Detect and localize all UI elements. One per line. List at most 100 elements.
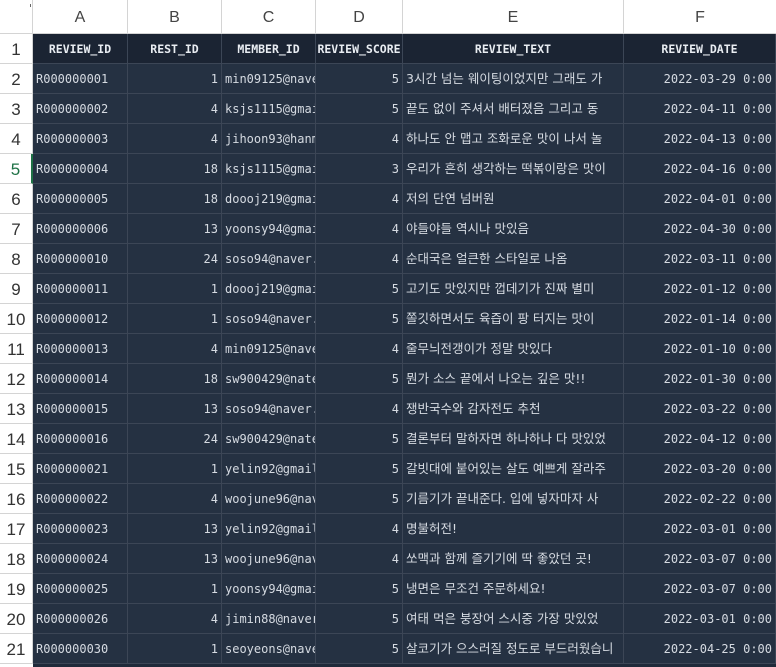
table-cell[interactable]: 5 [316,574,403,604]
row-header-11[interactable]: 11 [0,334,33,364]
table-cell[interactable]: 2022-03-22 0:00 [624,394,776,424]
row-header-8[interactable]: 8 [0,244,33,274]
table-cell[interactable]: 2022-04-30 0:00 [624,214,776,244]
row-header-10[interactable]: 10 [0,304,33,334]
table-cell[interactable]: 1 [128,634,222,664]
table-cell[interactable]: soso94@naver. [222,394,316,424]
row-header-9[interactable]: 9 [0,274,33,304]
table-cell[interactable]: 살코기가 으스러질 정도로 부드러웠습니 [403,634,624,664]
table-cell[interactable]: 쏘맥과 함께 즐기기에 딱 좋았던 곳! [403,544,624,574]
table-cell[interactable]: 2022-01-12 0:00 [624,274,776,304]
table-cell[interactable]: 끝도 없이 주셔서 배터졌음 그리고 동 [403,94,624,124]
table-cell[interactable]: 4 [316,394,403,424]
column-header-b[interactable]: B [128,0,222,33]
table-cell[interactable]: yoonsy94@gmai [222,214,316,244]
table-cell[interactable]: 2022-04-16 0:00 [624,154,776,184]
table-cell[interactable]: 1 [128,454,222,484]
table-cell[interactable]: 4 [128,604,222,634]
table-cell[interactable]: R000000026 [33,604,128,634]
table-cell[interactable]: 4 [316,184,403,214]
column-header-c[interactable]: C [222,0,316,33]
table-cell[interactable]: 1 [128,574,222,604]
table-cell[interactable]: 24 [128,244,222,274]
table-cell[interactable]: woojune96@nav [222,484,316,514]
select-all-corner[interactable] [0,0,33,33]
header-cell-rest-id[interactable]: REST_ID [128,34,222,64]
table-cell[interactable]: 13 [128,544,222,574]
table-cell[interactable]: R000000004 [33,154,128,184]
table-cell[interactable]: 3 [316,154,403,184]
row-header-13[interactable]: 13 [0,394,33,424]
table-cell[interactable]: yelin92@gmail [222,454,316,484]
table-cell[interactable]: 2022-03-01 0:00 [624,604,776,634]
row-header-2[interactable]: 2 [0,64,33,94]
table-cell[interactable]: 18 [128,154,222,184]
table-cell[interactable]: 1 [128,304,222,334]
column-header-e[interactable]: E [403,0,624,33]
table-cell[interactable]: R000000014 [33,364,128,394]
table-cell[interactable]: 13 [128,214,222,244]
table-cell[interactable]: 2022-04-01 0:00 [624,184,776,214]
table-cell[interactable]: R000000011 [33,274,128,304]
table-cell[interactable]: 1 [128,64,222,94]
table-cell[interactable]: ksjs1115@gmai [222,94,316,124]
table-cell[interactable]: 2022-01-30 0:00 [624,364,776,394]
table-cell[interactable]: sw900429@nate [222,424,316,454]
table-cell[interactable]: R000000025 [33,574,128,604]
table-cell[interactable]: 저의 단연 넘버원 [403,184,624,214]
table-cell[interactable]: R000000023 [33,514,128,544]
table-cell[interactable]: 2022-01-10 0:00 [624,334,776,364]
row-header-3[interactable]: 3 [0,94,33,124]
column-header-f[interactable]: F [624,0,776,33]
row-header-19[interactable]: 19 [0,574,33,604]
table-cell[interactable]: 5 [316,64,403,94]
table-cell[interactable]: 결론부터 말하자면 하나하나 다 맛있었 [403,424,624,454]
table-cell[interactable]: soso94@naver. [222,304,316,334]
table-cell[interactable]: doooj219@gmai [222,274,316,304]
table-cell[interactable]: 1 [128,274,222,304]
table-cell[interactable]: jihoon93@hanm [222,124,316,154]
table-cell[interactable]: 4 [128,94,222,124]
table-cell[interactable]: 2022-03-07 0:00 [624,574,776,604]
table-cell[interactable]: R000000016 [33,424,128,454]
table-cell[interactable]: 4 [316,514,403,544]
table-cell[interactable]: 5 [316,304,403,334]
row-header-16[interactable]: 16 [0,484,33,514]
table-cell[interactable]: 기름기가 끝내준다. 입에 넣자마자 사 [403,484,624,514]
table-cell[interactable]: min09125@nave [222,334,316,364]
table-cell[interactable]: R000000001 [33,64,128,94]
table-cell[interactable]: 5 [316,634,403,664]
table-cell[interactable]: R000000005 [33,184,128,214]
table-cell[interactable]: R000000022 [33,484,128,514]
table-cell[interactable]: 순대국은 얼큰한 스타일로 나옴 [403,244,624,274]
table-cell[interactable]: 5 [316,94,403,124]
table-cell[interactable]: 2022-04-25 0:00 [624,634,776,664]
row-header-4[interactable]: 4 [0,124,33,154]
table-cell[interactable]: 고기도 맛있지만 껍데기가 진짜 별미 [403,274,624,304]
table-cell[interactable]: 우리가 흔히 생각하는 떡볶이랑은 맛이 [403,154,624,184]
table-cell[interactable]: 4 [316,124,403,154]
table-cell[interactable]: 뭔가 소스 끝에서 나오는 깊은 맛!! [403,364,624,394]
table-cell[interactable]: R000000013 [33,334,128,364]
table-cell[interactable]: 2022-03-20 0:00 [624,454,776,484]
table-cell[interactable]: 4 [128,484,222,514]
row-header-17[interactable]: 17 [0,514,33,544]
table-cell[interactable]: woojune96@nav [222,544,316,574]
row-header-15[interactable]: 15 [0,454,33,484]
table-cell[interactable]: 5 [316,454,403,484]
table-cell[interactable]: 4 [128,124,222,154]
table-cell[interactable]: R000000003 [33,124,128,154]
table-cell[interactable]: R000000002 [33,94,128,124]
table-cell[interactable]: 쫄깃하면서도 육즙이 팡 터지는 맛이 [403,304,624,334]
header-cell-review-text[interactable]: REVIEW_TEXT [403,34,624,64]
table-cell[interactable]: 2022-01-14 0:00 [624,304,776,334]
table-cell[interactable]: 3시간 넘는 웨이팅이었지만 그래도 가 [403,64,624,94]
table-cell[interactable]: R000000015 [33,394,128,424]
table-cell[interactable]: 2022-04-11 0:00 [624,94,776,124]
table-cell[interactable]: R000000006 [33,214,128,244]
table-cell[interactable]: 5 [316,274,403,304]
table-cell[interactable]: soso94@naver. [222,244,316,274]
table-cell[interactable]: 여태 먹은 붕장어 스시중 가장 맛있었 [403,604,624,634]
row-header-6[interactable]: 6 [0,184,33,214]
table-cell[interactable]: 하나도 안 맵고 조화로운 맛이 나서 놀 [403,124,624,154]
